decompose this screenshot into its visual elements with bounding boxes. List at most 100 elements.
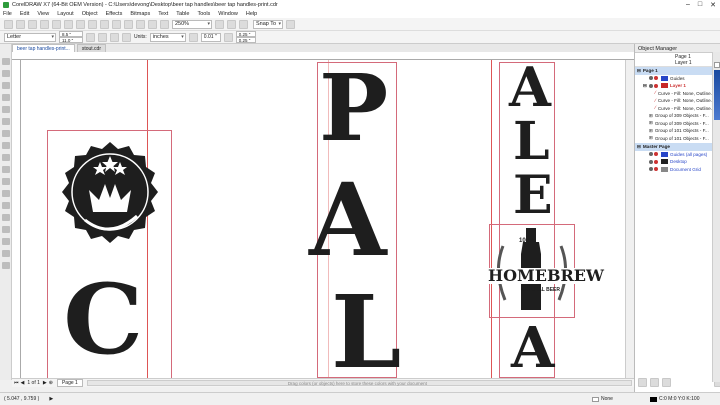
move-to-layer-icon[interactable]	[662, 378, 671, 387]
menu-layout[interactable]: Layout	[57, 11, 74, 17]
tree-master-desktop[interactable]: Desktop	[635, 158, 720, 166]
undo-icon[interactable]	[88, 19, 97, 29]
rectangle-tool-icon[interactable]	[2, 130, 10, 137]
tree-group[interactable]: ⊞ Group of 101 Objects - F...	[635, 127, 720, 135]
smart-fill-tool-icon[interactable]	[2, 250, 10, 257]
artistic-media-tool-icon[interactable]	[2, 118, 10, 125]
vertical-ruler[interactable]	[12, 60, 21, 378]
menu-help[interactable]: Help	[246, 11, 257, 17]
portrait-icon[interactable]	[86, 32, 95, 42]
tree-curve[interactable]: ∕ Curve - Fill: None, Outline...	[635, 105, 720, 113]
new-layer-icon[interactable]	[638, 378, 647, 387]
tree-group[interactable]: ⊞ Group of 101 Objects - F...	[635, 135, 720, 143]
tab-beer-tap-handles[interactable]: beer tap handles-print...	[12, 44, 75, 52]
tree-curve[interactable]: ∕ Curve - Fill: None, Outline...	[635, 97, 720, 105]
snap-to-select[interactable]: Snap To	[253, 19, 283, 29]
tree-group[interactable]: ⊞ Group of 309 Objects - F...	[635, 120, 720, 128]
tree-group[interactable]: ⊞ Group of 309 Objects - F...	[635, 112, 720, 120]
options-gear-icon[interactable]	[286, 19, 295, 29]
object-manager-docker: Object Manager Page 1 Layer 1 ⊟ Page 1 Gu…	[634, 44, 720, 392]
first-page-icon[interactable]: ⏮	[14, 380, 19, 386]
page-height-field[interactable]: 11.0 "	[59, 37, 83, 43]
zoom-level-select[interactable]: 250%	[172, 19, 212, 29]
color-palette-icon[interactable]	[714, 70, 720, 120]
transparency-tool-icon[interactable]	[2, 214, 10, 221]
tree-master-guides[interactable]: Guides (all pages)	[635, 151, 720, 159]
tab-stout[interactable]: stout.cdr	[76, 44, 106, 52]
interactive-fill-tool-icon[interactable]	[2, 238, 10, 245]
freehand-tool-icon[interactable]	[2, 106, 10, 113]
text-tool-icon[interactable]	[2, 166, 10, 173]
pale-letter-p: P	[319, 60, 389, 162]
eyedropper-tool-icon[interactable]	[2, 226, 10, 233]
tree-master-page[interactable]: ⊟ Master Page	[635, 143, 720, 151]
menu-edit[interactable]: Edit	[20, 11, 29, 17]
tree-master-document-grid[interactable]: Document Grid	[635, 166, 720, 174]
next-page-icon[interactable]: ▶	[43, 380, 47, 386]
add-tool-icon[interactable]	[2, 262, 10, 269]
parallel-dimension-tool-icon[interactable]	[2, 178, 10, 185]
vertical-scrollbar[interactable]	[625, 60, 634, 378]
search-content-icon[interactable]	[112, 19, 121, 29]
save-icon[interactable]	[28, 19, 37, 29]
zoom-tool-icon[interactable]	[2, 94, 10, 101]
export-icon[interactable]	[136, 19, 145, 29]
units-select[interactable]: inches	[149, 32, 186, 42]
publish-pdf-icon[interactable]	[148, 19, 157, 29]
all-pages-icon[interactable]	[110, 32, 119, 42]
paste-icon[interactable]	[76, 19, 85, 29]
landscape-icon[interactable]	[98, 32, 107, 42]
menu-bitmaps[interactable]: Bitmaps	[130, 11, 150, 17]
grid-icon[interactable]	[239, 19, 248, 29]
print-icon[interactable]	[40, 19, 49, 29]
redo-icon[interactable]	[100, 19, 109, 29]
connector-tool-icon[interactable]	[2, 190, 10, 197]
current-page-icon[interactable]	[122, 32, 131, 42]
menu-window[interactable]: Window	[218, 11, 238, 17]
rulers-icon[interactable]	[227, 19, 236, 29]
app-launcher-icon[interactable]	[160, 19, 169, 29]
import-icon[interactable]	[124, 19, 133, 29]
duplicate-y-field[interactable]: 0.25 "	[235, 37, 256, 43]
copy-icon[interactable]	[64, 19, 73, 29]
cursor-coordinates: ( 5.047 , 9.759 )	[4, 396, 40, 402]
open-icon[interactable]	[16, 19, 25, 29]
horizontal-ruler[interactable]	[12, 52, 634, 60]
no-color-swatch-icon[interactable]	[714, 62, 720, 68]
crop-tool-icon[interactable]	[2, 82, 10, 89]
play-icon[interactable]: ▶	[49, 396, 53, 402]
minimize-icon[interactable]: –	[686, 1, 690, 9]
menu-file[interactable]: File	[3, 11, 12, 17]
shape-tool-icon[interactable]	[2, 70, 10, 77]
menu-tools[interactable]: Tools	[197, 11, 210, 17]
maximize-icon[interactable]: □	[698, 1, 702, 9]
add-page-icon[interactable]: ⊕	[49, 380, 53, 386]
new-document-icon[interactable]	[4, 19, 13, 29]
docker-tab-strip	[712, 52, 720, 382]
drop-shadow-tool-icon[interactable]	[2, 202, 10, 209]
new-master-layer-icon[interactable]	[650, 378, 659, 387]
page-size-select[interactable]: Letter	[4, 32, 56, 42]
ellipse-tool-icon[interactable]	[2, 142, 10, 149]
menu-table[interactable]: Table	[176, 11, 189, 17]
page-tab[interactable]: Page 1	[56, 379, 83, 387]
close-icon[interactable]: ✕	[710, 1, 716, 9]
prev-page-icon[interactable]: ◀	[21, 380, 25, 386]
menu-effects[interactable]: Effects	[106, 11, 123, 17]
nudge-distance-field[interactable]: 0.01 "	[200, 32, 221, 42]
horizontal-scrollbar[interactable]: Drag colors (or objects) here to store t…	[86, 380, 632, 386]
homebrew-subtext: NATURAL BEER	[521, 287, 560, 293]
tree-page-1[interactable]: ⊟ Page 1	[635, 67, 720, 75]
pick-tool-icon[interactable]	[2, 58, 10, 65]
drawing-canvas[interactable]: C P A L A L E 100% HOMEBREW NATURAL BEER…	[21, 60, 625, 378]
polygon-tool-icon[interactable]	[2, 154, 10, 161]
tree-curve[interactable]: ∕ Curve - Fill: None, Outline...	[635, 90, 720, 98]
tree-layer-guides[interactable]: Guides	[635, 75, 720, 83]
menu-text[interactable]: Text	[158, 11, 168, 17]
menu-object[interactable]: Object	[82, 11, 98, 17]
full-screen-icon[interactable]	[215, 19, 224, 29]
tree-layer-1[interactable]: ⊟ Layer 1	[635, 82, 720, 90]
menu-view[interactable]: View	[37, 11, 49, 17]
cut-icon[interactable]	[52, 19, 61, 29]
pale-letter-a: A	[309, 161, 387, 279]
